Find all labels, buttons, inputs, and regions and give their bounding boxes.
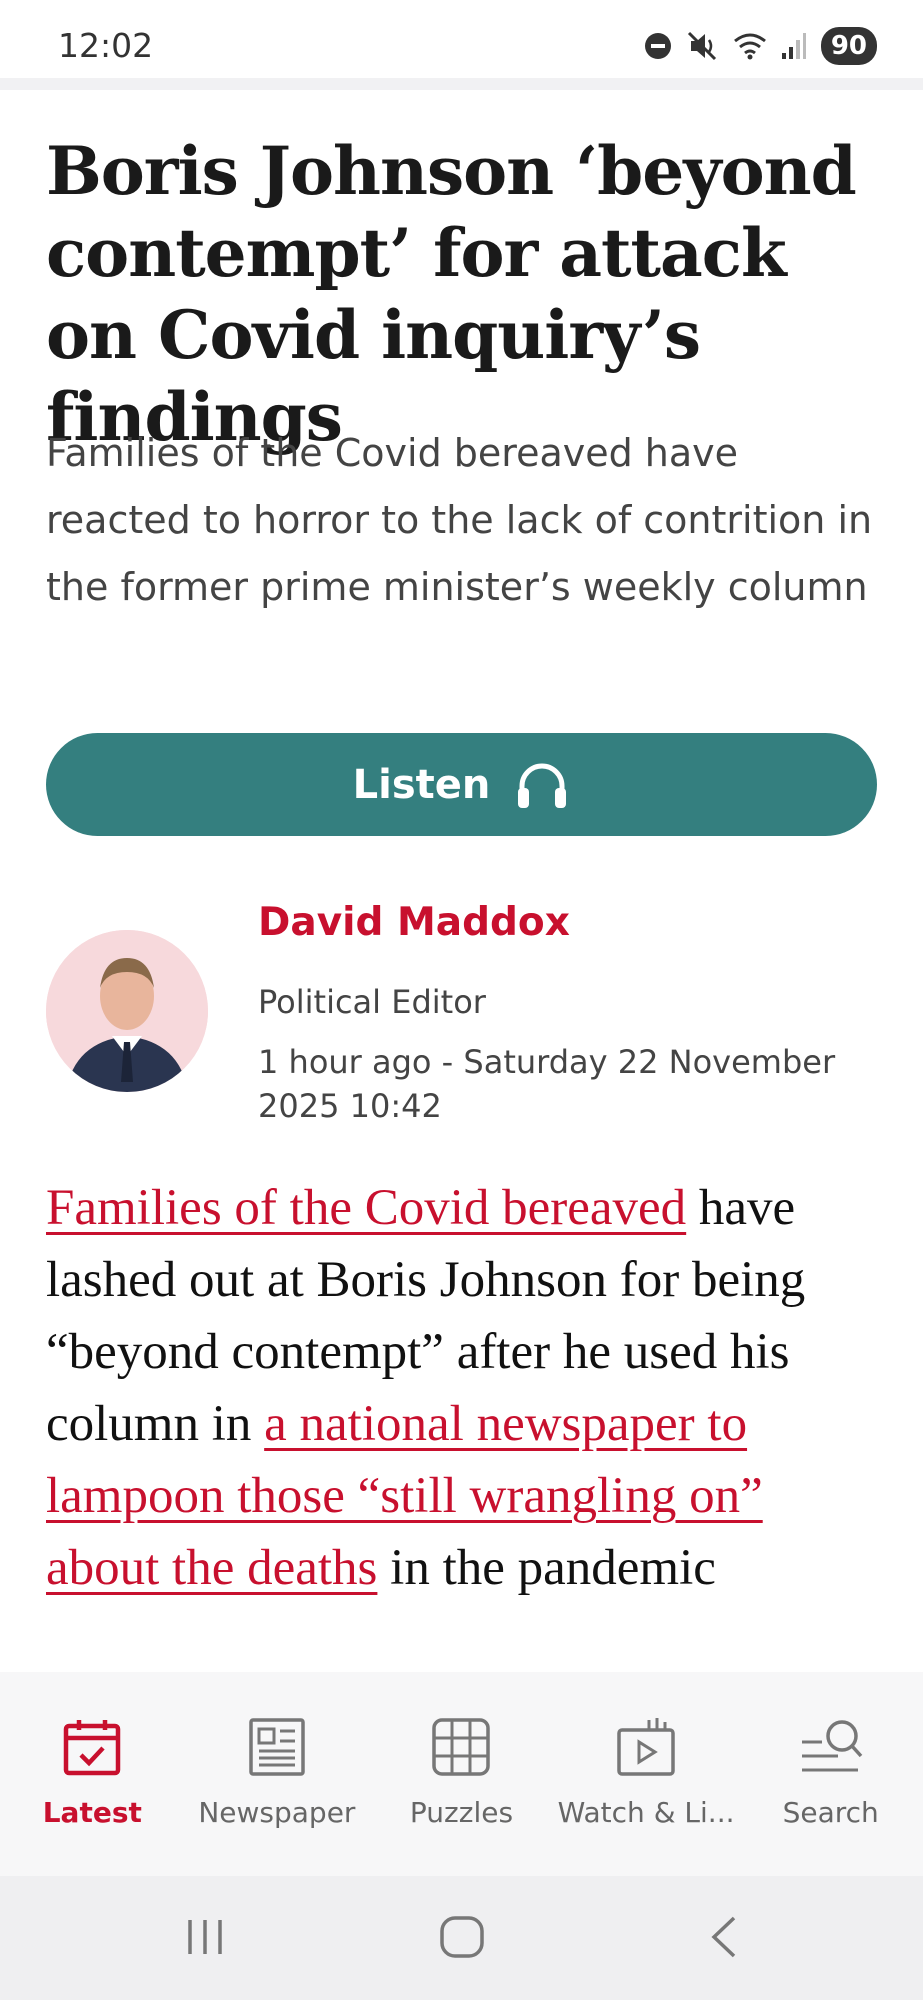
back-icon[interactable] [700, 1912, 750, 1962]
home-icon[interactable] [436, 1912, 488, 1962]
nav-watch-listen[interactable]: Watch & Li... [554, 1672, 739, 1876]
nav-label-latest: Latest [42, 1796, 142, 1829]
author-role: Political Editor [258, 983, 486, 1021]
wifi-icon [733, 33, 766, 60]
article-standfirst: Families of the Covid bereaved have reac… [46, 431, 873, 609]
calendar-check-icon [64, 1720, 121, 1776]
nav-newspaper[interactable]: Newspaper [185, 1672, 370, 1876]
grid-icon [432, 1718, 491, 1776]
battery-indicator: 90 [820, 27, 877, 65]
nav-label-watch-listen: Watch & Li... [557, 1796, 735, 1829]
do-not-disturb-icon [644, 33, 671, 59]
listen-button[interactable]: Listen [46, 733, 877, 836]
nav-label-newspaper: Newspaper [198, 1796, 356, 1829]
nav-label-puzzles: Puzzles [409, 1796, 514, 1829]
article-headline: Boris Johnson ‘beyond contempt’ for atta… [46, 132, 857, 456]
bereaved-families-link[interactable]: Families of the Covid bereaved [46, 1180, 686, 1236]
status-icons: 90 [643, 26, 877, 66]
body-text-2: in the pandemic [377, 1540, 716, 1596]
article-body: Families of the Covid bereaved have lash… [46, 1172, 886, 1604]
header-divider [0, 78, 923, 90]
signal-icon [781, 33, 806, 59]
author-portrait [46, 930, 208, 1092]
author-name[interactable]: David Maddox [258, 900, 570, 945]
nav-latest[interactable]: Latest [0, 1672, 185, 1876]
system-nav-bar [0, 1876, 923, 2000]
nav-label-search: Search [782, 1796, 879, 1829]
headphones-icon [518, 763, 567, 808]
status-bar: 12:02 90 [0, 0, 923, 78]
listen-label: Listen [352, 761, 491, 808]
recent-apps-icon[interactable] [180, 1912, 230, 1962]
nav-search[interactable]: Search [738, 1672, 923, 1876]
bottom-nav: Latest Newspaper Puzzles Watch & Li... S… [0, 1672, 923, 1876]
nav-puzzles[interactable]: Puzzles [369, 1672, 554, 1876]
video-icon [617, 1718, 675, 1776]
article-timestamp: 1 hour ago - Saturday 22 November 2025 1… [258, 1043, 836, 1125]
author-avatar[interactable] [46, 930, 208, 1092]
status-time: 12:02 [58, 26, 154, 65]
newspaper-icon [249, 1718, 305, 1776]
search-icon [801, 1720, 862, 1772]
mute-icon [687, 31, 716, 61]
